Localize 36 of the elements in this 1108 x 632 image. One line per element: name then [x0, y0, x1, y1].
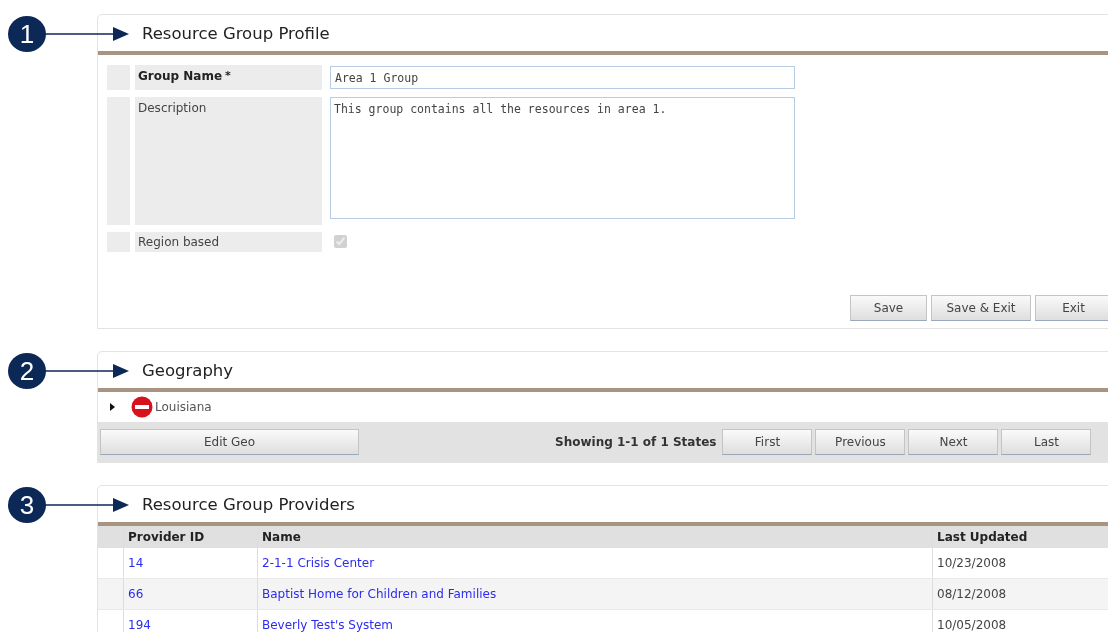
table-link[interactable]: Baptist Home for Children and Families — [262, 587, 497, 601]
pager-button[interactable]: Next — [908, 429, 999, 455]
table-link[interactable]: 66 — [128, 587, 144, 601]
pager-button[interactable]: Previous — [815, 429, 906, 455]
description-field[interactable]: This group contains all the resources in area 1. — [330, 97, 795, 219]
table-cell: 10/05/2008 — [932, 609, 1108, 632]
action-button[interactable]: Exit — [1035, 295, 1108, 321]
section-title: Resource Group Providers — [142, 494, 355, 514]
paging-text: Showing 1-1 of 1 States — [555, 435, 717, 449]
field-label: Group Name — [138, 69, 223, 83]
column-header: Name — [257, 526, 933, 548]
section-title: Geography — [142, 360, 234, 380]
pager-button[interactable]: Last — [1001, 429, 1092, 455]
callout-number: 3 — [8, 487, 46, 523]
column-header: Provider ID — [123, 526, 258, 548]
pager-button[interactable]: First — [722, 429, 813, 455]
required-mark: * — [225, 69, 231, 82]
tree-item[interactable]: Louisiana — [155, 400, 212, 414]
field-label: Region based — [138, 235, 220, 249]
table-link[interactable]: 14 — [128, 556, 144, 570]
callout-number: 2 — [8, 353, 46, 389]
column-header: Last Updated — [932, 526, 1108, 548]
input-field[interactable]: Area 1 Group — [330, 66, 795, 89]
action-button[interactable]: Save & Exit — [931, 295, 1031, 321]
expand-icon[interactable] — [110, 403, 115, 411]
table-cell: 08/12/2008 — [932, 578, 1108, 610]
field-label: Description — [138, 101, 207, 115]
section-title: Resource Group Profile — [142, 23, 330, 43]
remove-icon[interactable] — [131, 396, 153, 418]
edit-button[interactable]: Edit Geo — [100, 429, 359, 455]
table-link[interactable]: 2-1-1 Crisis Center — [262, 556, 375, 570]
callout-number: 1 — [8, 16, 46, 52]
table-link[interactable]: Beverly Test's System — [262, 618, 394, 632]
table-link[interactable]: 194 — [128, 618, 151, 632]
table-cell: 10/23/2008 — [932, 548, 1108, 579]
action-button[interactable]: Save — [850, 295, 927, 321]
